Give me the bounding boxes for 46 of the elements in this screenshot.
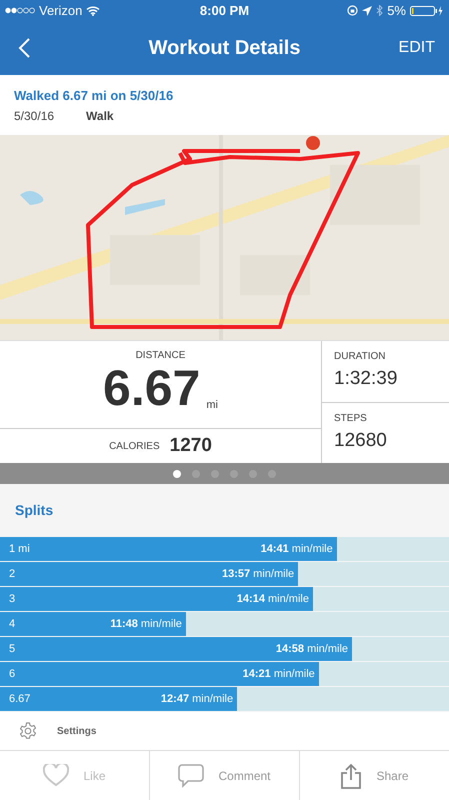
split-pace: 14:41 min/mile [260, 543, 334, 555]
split-label: 3 [8, 593, 16, 605]
split-label: 4 [8, 618, 16, 630]
splits-title: Splits [14, 501, 54, 520]
split-label: 6.67 [8, 693, 30, 705]
distance-unit: mi [206, 399, 218, 411]
back-button[interactable] [16, 36, 32, 60]
back-icon [18, 38, 30, 58]
bluetooth-icon [376, 5, 384, 16]
rotation-lock-icon [347, 5, 358, 16]
wifi-icon [86, 6, 100, 16]
workout-title: Walked 6.67 mi on 5/30/16 [14, 88, 174, 102]
signal-icon [5, 7, 35, 14]
calories-label: CALORIES [109, 440, 160, 452]
heart-icon [43, 764, 70, 787]
settings-label[interactable]: Settings [57, 726, 96, 736]
location-icon [362, 6, 372, 16]
page-dot[interactable] [173, 470, 181, 478]
split-pace: 14:14 min/mile [236, 593, 310, 605]
split-pace: 14:21 min/mile [242, 668, 316, 680]
split-pace: 12:47 min/mile [160, 693, 234, 705]
calories-value: 1270 [170, 435, 212, 457]
edit-button[interactable]: EDIT [396, 37, 437, 59]
screen-title: Workout Details [148, 36, 300, 60]
speech-bubble-icon [178, 764, 204, 788]
split-label: 5 [8, 643, 16, 655]
steps-label: STEPS [334, 412, 368, 424]
workout-date: 5/30/16 [14, 108, 54, 122]
duration-label: DURATION [334, 351, 386, 362]
split-pace: 14:58 min/mile [276, 643, 350, 655]
settings-icon[interactable] [19, 722, 37, 740]
carrier-name: Verizon [39, 3, 82, 18]
split-label: 1 mi [8, 543, 30, 555]
distance-label: DISTANCE [136, 350, 186, 361]
status-time: 8:00 PM [200, 3, 250, 18]
battery-percent: 5% [387, 3, 406, 18]
share-icon [340, 762, 362, 788]
split-label: 6 [8, 668, 16, 680]
workout-type: Walk [86, 108, 114, 122]
distance-value: 6.67 [103, 363, 200, 413]
split-pace: 11:48 min/mile [110, 618, 183, 630]
split-pace: 13:57 min/mile [222, 568, 296, 580]
battery-icon [410, 6, 444, 16]
steps-value: 12680 [334, 430, 388, 452]
duration-value: 1:32:39 [334, 368, 398, 390]
split-label: 2 [8, 568, 16, 580]
